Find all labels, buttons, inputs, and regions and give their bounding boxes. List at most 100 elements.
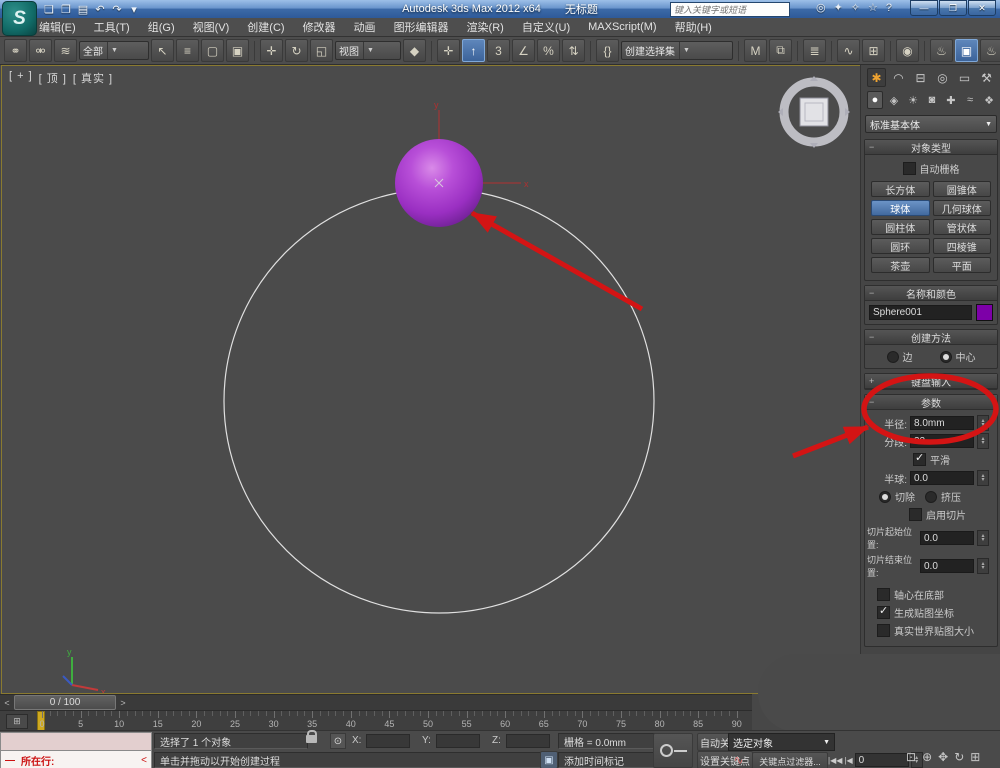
- render-setup-icon[interactable]: ♨: [930, 39, 953, 62]
- viewcube[interactable]: [778, 76, 850, 148]
- zoom-icon[interactable]: ⊡: [906, 750, 916, 764]
- previous-frame-button[interactable]: <: [0, 696, 14, 709]
- go-to-start-icon[interactable]: |◀◀: [828, 756, 842, 765]
- object-name-input[interactable]: Sphere001: [869, 305, 972, 320]
- search-icon[interactable]: ◎: [816, 1, 826, 14]
- align-icon[interactable]: ⧉: [769, 39, 792, 62]
- select-by-name-icon[interactable]: ≡: [176, 39, 199, 62]
- select-and-rotate-icon[interactable]: ↻: [285, 39, 308, 62]
- viewport-view-button[interactable]: [ 顶 ]: [39, 70, 67, 86]
- category-space-warps[interactable]: ≈: [962, 91, 978, 109]
- rectangular-selection-region-icon[interactable]: ▢: [201, 39, 224, 62]
- key-filter-set-dropdown[interactable]: 选定对象 ▼: [728, 733, 835, 751]
- frame-number-input[interactable]: 0: [854, 753, 909, 767]
- track-bar[interactable]: ⊞ 0 5 10 15 20 25 30 35 40 45 50 55 60 65 70 75 80 85 90: [0, 711, 752, 731]
- application-menu-button[interactable]: S: [2, 1, 37, 36]
- object-type-button[interactable]: 圆环: [871, 238, 930, 254]
- object-type-button[interactable]: 长方体: [871, 181, 930, 197]
- time-slider-thumb[interactable]: 0 / 100: [14, 695, 116, 710]
- tab-motion[interactable]: ◎: [933, 68, 952, 87]
- edge-radio[interactable]: [886, 350, 899, 363]
- rollout-creation-method-header[interactable]: − 创建方法: [865, 330, 997, 345]
- viewport-menu-button[interactable]: [ + ]: [9, 70, 33, 86]
- rollout-object-type-header[interactable]: − 对象类型: [865, 140, 997, 155]
- chop-radio[interactable]: [879, 490, 891, 503]
- help-icon[interactable]: ?: [886, 2, 892, 14]
- rollout-keyboard-entry-header[interactable]: + 键盘输入: [865, 374, 997, 389]
- center-radio[interactable]: [939, 350, 952, 363]
- window-crossing-icon[interactable]: ▣: [226, 39, 249, 62]
- menu-item[interactable]: 渲染(R): [458, 19, 513, 35]
- generate-mapping-checkbox[interactable]: [877, 604, 890, 619]
- circle-spline[interactable]: [223, 188, 655, 614]
- object-type-button[interactable]: 圆锥体: [932, 181, 991, 197]
- favorites-icon[interactable]: ☆: [868, 1, 878, 14]
- viewport-top[interactable]: y x y x [ + ] [ 顶 ] [ 真实 ]: [1, 65, 861, 697]
- spinner-snap-icon[interactable]: ⇅: [562, 39, 585, 62]
- slice-to-spinner[interactable]: [977, 558, 989, 574]
- undo-icon[interactable]: ↶: [93, 3, 107, 16]
- isolate-selection-icon[interactable]: ▣: [540, 751, 558, 768]
- next-frame-button[interactable]: >: [116, 696, 130, 709]
- enable-slice-checkbox[interactable]: [909, 508, 922, 521]
- mirror-icon[interactable]: M: [744, 39, 767, 62]
- tab-display[interactable]: ▭: [955, 68, 974, 87]
- object-color-swatch[interactable]: [976, 304, 993, 321]
- viewport-shading-button[interactable]: [ 真实 ]: [73, 70, 113, 86]
- redo-icon[interactable]: ↷: [110, 3, 124, 16]
- edit-named-selection-sets-icon[interactable]: {}: [596, 39, 619, 62]
- y-coord-input[interactable]: [436, 734, 480, 748]
- use-pivot-point-icon[interactable]: ◆: [403, 39, 426, 62]
- menu-item[interactable]: 修改器: [294, 19, 345, 35]
- select-and-move-icon[interactable]: ✛: [260, 39, 283, 62]
- bind-to-space-warp-icon[interactable]: ≋: [54, 39, 77, 62]
- absolute-mode-icon[interactable]: ⊙: [330, 733, 346, 749]
- maxscript-mini-listener-bottom[interactable]: — 所在行: <: [0, 750, 152, 768]
- smooth-checkbox[interactable]: [913, 451, 926, 466]
- slice-from-input[interactable]: 0.0: [920, 531, 974, 545]
- tab-create[interactable]: ✱: [867, 68, 886, 87]
- snaps-toggle-icon[interactable]: 3: [487, 39, 510, 62]
- autogrid-checkbox[interactable]: [902, 162, 916, 175]
- orbit-icon[interactable]: ↻: [954, 750, 964, 764]
- slice-to-input[interactable]: 0.0: [920, 559, 974, 573]
- select-object-icon[interactable]: ↖: [151, 39, 174, 62]
- angle-snap-icon[interactable]: ∠: [512, 39, 535, 62]
- time-slider[interactable]: < 0 / 100 >: [0, 694, 752, 711]
- named-selection-sets-dropdown[interactable]: 创建选择集 ▼: [621, 41, 733, 60]
- category-lights[interactable]: ☀: [905, 91, 921, 109]
- set-keys-button[interactable]: [653, 733, 693, 768]
- category-helpers[interactable]: ✚: [943, 91, 959, 109]
- slice-from-spinner[interactable]: [977, 530, 989, 546]
- object-type-button[interactable]: 圆柱体: [871, 219, 930, 235]
- select-and-manipulate-icon[interactable]: ✛: [437, 39, 460, 62]
- category-shapes[interactable]: ◈: [886, 91, 902, 109]
- rollout-name-color-header[interactable]: − 名称和颜色: [865, 286, 997, 301]
- primitive-category-dropdown[interactable]: 标准基本体 ▼: [865, 115, 997, 133]
- schematic-view-icon[interactable]: ⊞: [862, 39, 885, 62]
- zoom-all-icon[interactable]: ⊕: [922, 750, 932, 764]
- x-coord-input[interactable]: [366, 734, 410, 748]
- menu-item[interactable]: 帮助(H): [666, 19, 721, 35]
- quick-access-more-icon[interactable]: ▾: [127, 3, 141, 16]
- menu-item[interactable]: 创建(C): [238, 19, 293, 35]
- menu-item[interactable]: 工具(T): [85, 19, 139, 35]
- segments-input[interactable]: 32: [910, 434, 974, 448]
- previous-frame-icon[interactable]: |◀: [844, 756, 852, 765]
- menu-item[interactable]: 自定义(U): [513, 19, 579, 35]
- hemisphere-spinner[interactable]: [977, 470, 989, 486]
- search-input[interactable]: [670, 2, 790, 17]
- segments-spinner[interactable]: [977, 433, 989, 449]
- category-cameras[interactable]: ◙: [924, 91, 940, 109]
- open-mini-curve-editor-icon[interactable]: ⊞: [6, 714, 28, 729]
- selection-lock-icon[interactable]: [306, 730, 317, 743]
- unlink-selection-icon[interactable]: ⚮: [29, 39, 52, 62]
- select-and-link-icon[interactable]: ⚭: [4, 39, 27, 62]
- object-type-button[interactable]: 几何球体: [932, 200, 991, 216]
- close-button[interactable]: ✕: [968, 0, 996, 16]
- menu-item[interactable]: 组(G): [139, 19, 184, 35]
- restore-button[interactable]: ❐: [939, 0, 967, 16]
- menu-item[interactable]: 编辑(E): [30, 19, 85, 35]
- new-key-curve-icon[interactable]: ∿: [730, 752, 747, 768]
- menu-item[interactable]: MAXScript(M): [579, 21, 665, 33]
